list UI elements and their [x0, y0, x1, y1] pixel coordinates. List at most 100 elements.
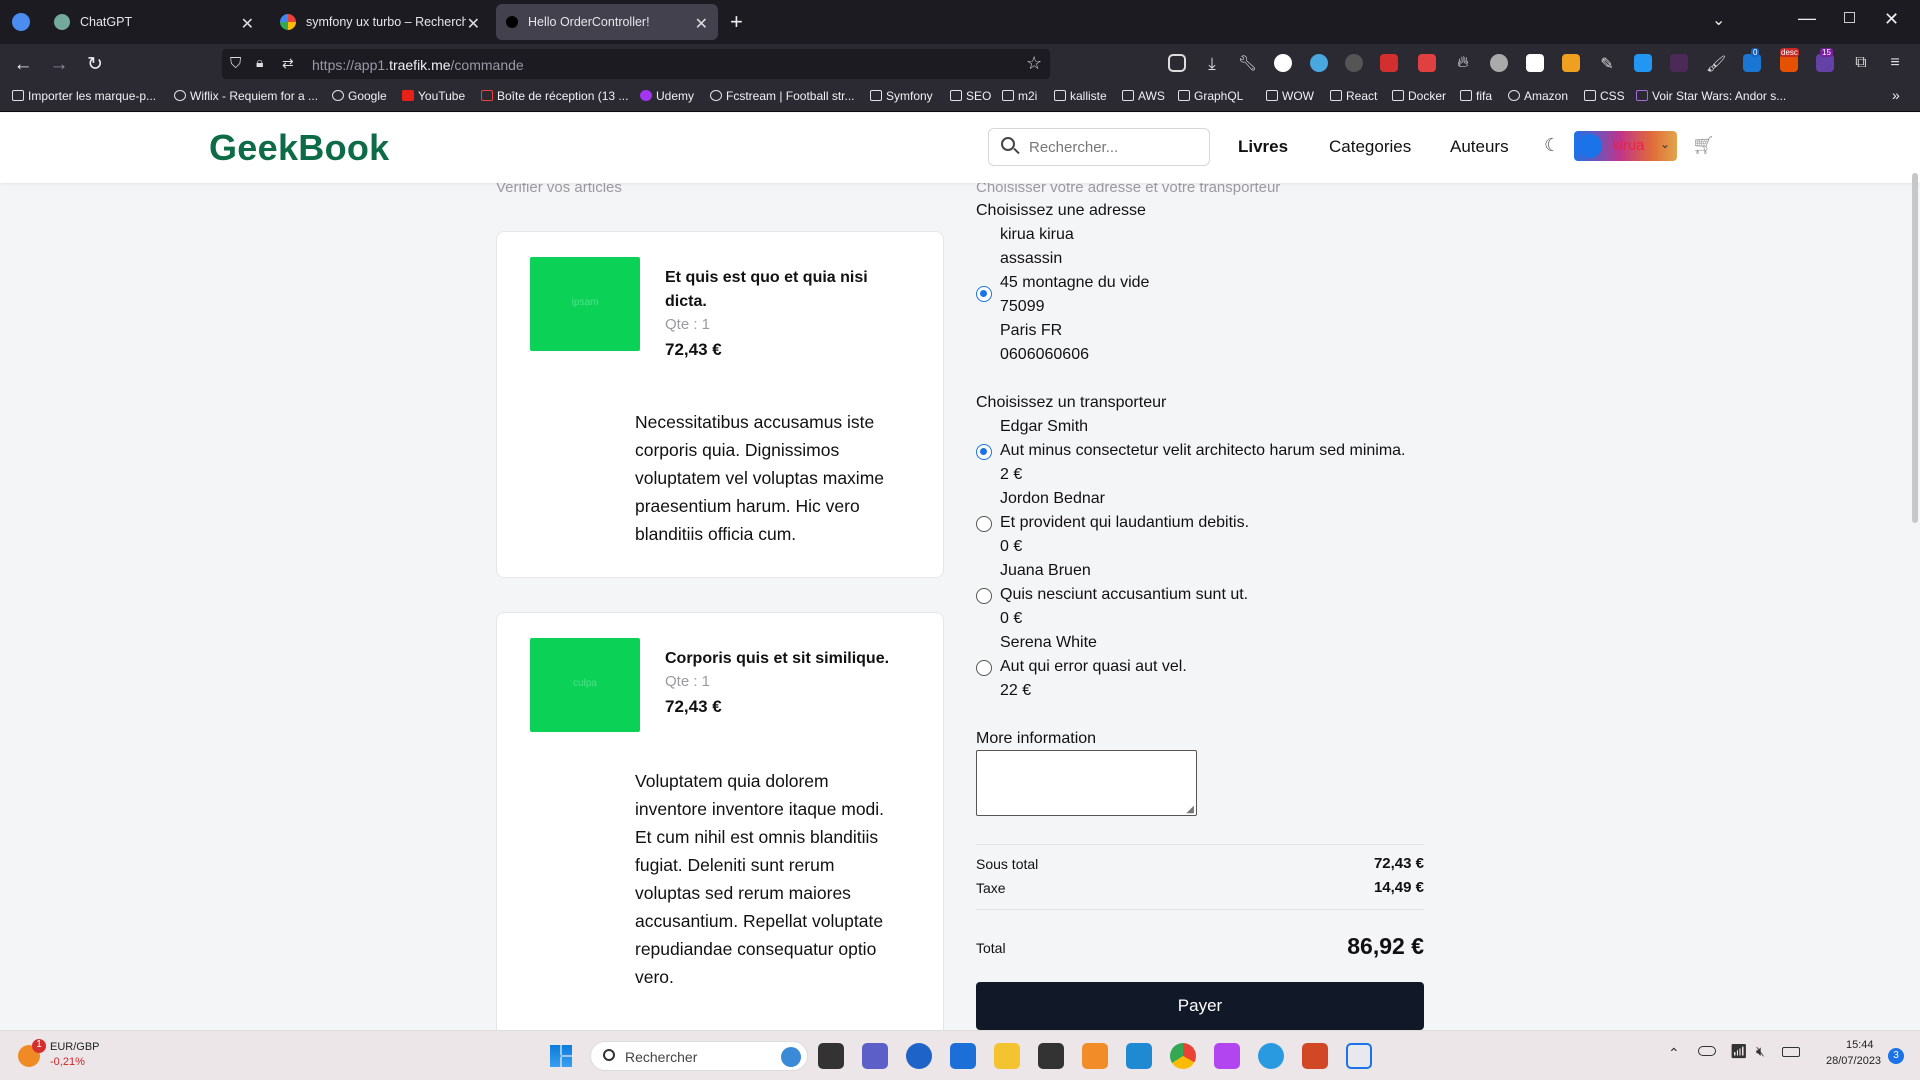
task-view-icon[interactable]	[818, 1043, 844, 1069]
pocket-icon[interactable]	[1168, 54, 1186, 72]
windows-start-icon[interactable]	[550, 1045, 572, 1067]
extension-red-lock-icon[interactable]	[1380, 54, 1398, 72]
nav-livres[interactable]: Livres	[1238, 137, 1288, 157]
onedrive-icon[interactable]	[1698, 1046, 1716, 1056]
bookmark-folder[interactable]: kalliste	[1054, 89, 1107, 103]
extension-k-icon[interactable]	[1670, 54, 1688, 72]
carrier-radio[interactable]	[976, 660, 992, 676]
bookmark-item[interactable]: Google	[332, 89, 387, 103]
minimize-button[interactable]: —	[1798, 8, 1816, 29]
extension-pen-icon[interactable]: ✎	[1598, 54, 1616, 73]
extension-desc-icon[interactable]: desc	[1780, 48, 1799, 72]
bookmark-folder[interactable]: Docker	[1392, 89, 1446, 103]
address-radio[interactable]	[976, 286, 992, 302]
close-tab-icon[interactable]: ✕	[695, 14, 708, 34]
extension-s-icon[interactable]	[1634, 54, 1652, 72]
tab-order-controller[interactable]: Hello OrderController! ✕	[496, 4, 718, 40]
extension-camera-icon[interactable]	[1418, 54, 1436, 72]
bookmark-item[interactable]: Wiflix - Requiem for a ...	[174, 89, 318, 103]
extension-search-icon[interactable]	[1310, 54, 1328, 72]
extension-puzzle-icon[interactable]	[1490, 54, 1508, 72]
bookmark-folder[interactable]: React	[1330, 89, 1377, 103]
bookmark-folder[interactable]: fifa	[1460, 89, 1492, 103]
bookmark-folder[interactable]: GraphQL	[1178, 89, 1243, 103]
carrier-radio[interactable]	[976, 444, 992, 460]
extension-b-icon[interactable]	[1274, 54, 1292, 72]
url-bar[interactable]: ⛉ 🔒︎ ⇄ https://app1.traefik.me/commande …	[222, 49, 1050, 79]
bookmark-star-icon[interactable]: ☆	[1026, 53, 1042, 74]
extension-brush-icon[interactable]: 🖌︎	[1706, 54, 1726, 73]
lock-icon[interactable]: 🔒︎	[256, 54, 263, 71]
extensions-icon[interactable]: ⧉	[1852, 54, 1870, 72]
app-orange-icon[interactable]	[1082, 1043, 1108, 1069]
weather-widget[interactable]: 1 EUR/GBP -0,21%	[18, 1039, 138, 1073]
bookmark-item[interactable]: Importer les marque-p...	[12, 89, 156, 103]
close-tab-icon[interactable]: ✕	[241, 14, 254, 34]
nav-auteurs[interactable]: Auteurs	[1450, 137, 1509, 157]
bookmark-item[interactable]: YouTube	[402, 89, 465, 103]
clock-time[interactable]: 15:44	[1846, 1039, 1874, 1051]
permissions-icon[interactable]: ⇄	[282, 55, 294, 72]
extension-fire-icon[interactable]: 🔥︎	[1454, 54, 1472, 72]
downloads-icon[interactable]: ⤓	[1203, 54, 1221, 73]
extension-n-icon[interactable]	[1526, 54, 1544, 72]
bookmark-item[interactable]: Voir Star Wars: Andor s...	[1636, 89, 1786, 103]
carrier-radio[interactable]	[976, 516, 992, 532]
pay-button[interactable]: Payer	[976, 982, 1424, 1030]
twitch-icon[interactable]: 15	[1816, 48, 1834, 72]
notification-badge[interactable]: 3	[1888, 1048, 1904, 1064]
product-title[interactable]: Corporis quis et sit similique.	[665, 647, 889, 671]
file-explorer-icon[interactable]	[994, 1043, 1020, 1069]
extension-colorful-icon[interactable]	[1562, 54, 1580, 72]
bookmark-folder[interactable]: SEO	[950, 89, 991, 103]
new-tab-button[interactable]: +	[730, 9, 743, 35]
wifi-icon[interactable]: 📶︎	[1730, 1043, 1748, 1060]
tab-chatgpt[interactable]: ChatGPT ✕	[44, 4, 264, 40]
site-logo[interactable]: GeekBook	[209, 127, 389, 169]
phpstorm-icon[interactable]	[1214, 1043, 1240, 1069]
restore-button[interactable]	[1844, 12, 1855, 23]
page-scrollbar[interactable]	[1912, 173, 1918, 523]
back-icon[interactable]: ←	[10, 52, 36, 78]
forward-icon[interactable]: →	[46, 52, 72, 78]
bookmark-folder[interactable]: WOW	[1266, 89, 1314, 103]
carrier-radio[interactable]	[976, 588, 992, 604]
bookmark-item[interactable]: Amazon	[1508, 89, 1568, 103]
search-input[interactable]: Rechercher...	[988, 128, 1210, 166]
firefox-view-icon[interactable]	[12, 13, 30, 31]
cart-icon[interactable]: 🛒︎	[1692, 135, 1715, 156]
nav-categories[interactable]: Categories	[1329, 137, 1411, 157]
terminal-icon[interactable]	[1038, 1043, 1064, 1069]
menu-icon[interactable]: ≡	[1886, 54, 1904, 72]
dark-mode-toggle-icon[interactable]: ☾	[1544, 135, 1560, 156]
bookmark-item[interactable]: Udemy	[640, 89, 694, 103]
wrench-icon[interactable]: 🔧︎	[1238, 54, 1257, 72]
bookmark-item[interactable]: Boîte de réception (13 ...	[481, 89, 628, 103]
extension-notif-icon[interactable]: 0	[1743, 48, 1761, 72]
powerpoint-icon[interactable]	[1302, 1043, 1328, 1069]
tracking-shield-icon[interactable]: ⛉	[230, 55, 241, 72]
app-blue-icon[interactable]	[1258, 1043, 1284, 1069]
more-info-textarea[interactable]: ◢	[976, 750, 1197, 816]
snipping-tool-icon[interactable]	[1346, 1043, 1372, 1069]
extension-zoom-icon[interactable]	[1345, 54, 1363, 72]
url-text[interactable]: https://app1.traefik.me/commande	[312, 57, 524, 73]
more-bookmarks-icon[interactable]: »	[1892, 87, 1900, 103]
tab-symfony-search[interactable]: symfony ux turbo – Recherche ✕	[270, 4, 490, 40]
user-dropdown[interactable]: kirua ⌄	[1574, 131, 1677, 161]
firefox-icon[interactable]	[906, 1043, 932, 1069]
bookmark-folder[interactable]: CSS	[1584, 89, 1625, 103]
taskbar-search[interactable]: Rechercher	[590, 1041, 808, 1071]
teams-icon[interactable]	[862, 1043, 888, 1069]
bookmark-item[interactable]: Fcstream | Football str...	[710, 89, 854, 103]
bookmark-folder[interactable]: m2i	[1002, 89, 1037, 103]
close-window-button[interactable]: ✕	[1884, 9, 1899, 30]
store-icon[interactable]	[950, 1043, 976, 1069]
chrome-icon[interactable]	[1170, 1043, 1196, 1069]
battery-icon[interactable]	[1782, 1047, 1800, 1057]
close-tab-icon[interactable]: ✕	[467, 14, 480, 34]
vscode-icon[interactable]	[1126, 1043, 1152, 1069]
bookmark-folder[interactable]: AWS	[1122, 89, 1165, 103]
clock-date[interactable]: 28/07/2023	[1826, 1055, 1881, 1067]
show-hidden-icons[interactable]: ⌃	[1668, 1045, 1680, 1062]
